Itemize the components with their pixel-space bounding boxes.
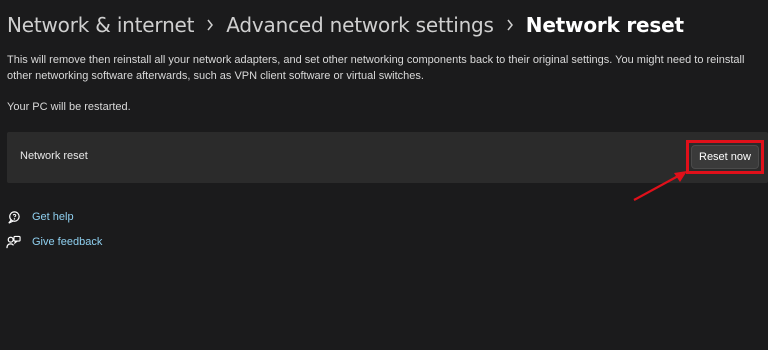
chevron-right-icon [494,8,526,42]
chevron-right-icon [194,8,226,42]
feedback-icon [5,234,21,250]
give-feedback-label: Give feedback [32,236,103,248]
page-title: Network reset [525,13,684,37]
reset-description: This will remove then reinstall all your… [7,54,745,82]
breadcrumb-advanced-network-settings[interactable]: Advanced network settings [226,13,494,37]
reset-now-button[interactable]: Reset now [691,145,759,169]
restart-note: Your PC will be restarted. [7,101,131,113]
breadcrumb: Network & internet Advanced network sett… [7,8,684,42]
give-feedback-link[interactable]: Give feedback [5,233,102,251]
get-help-link[interactable]: Get help [5,208,74,226]
help-chat-icon [5,209,21,225]
get-help-label: Get help [32,211,74,223]
breadcrumb-network-internet[interactable]: Network & internet [7,13,194,37]
annotation-arrow [633,171,687,201]
network-reset-label: Network reset [20,150,88,162]
